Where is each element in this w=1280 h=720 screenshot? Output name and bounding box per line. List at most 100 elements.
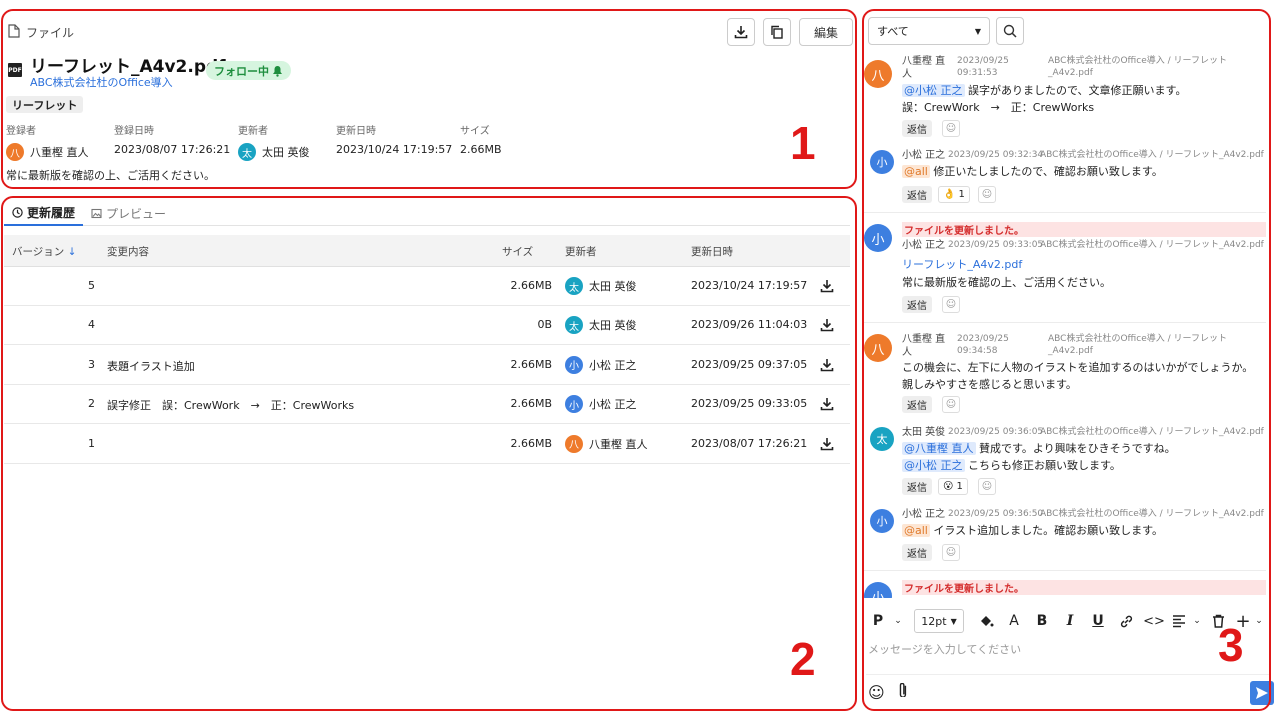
reaction-count: 1 (956, 481, 963, 492)
reaction-chip[interactable]: 👌 1 (938, 186, 970, 203)
change-column-header: 変更内容 (107, 246, 149, 258)
updater-cell: 八八重樫 直人 (565, 434, 648, 453)
mention[interactable]: @小松 正之 (902, 84, 965, 97)
chevron-down-icon[interactable]: ⌄ (890, 607, 906, 635)
message-source[interactable]: ABC株式会社杜のOffice導入 / リーフレット _A4v2.pdf (1048, 334, 1227, 357)
message-timestamp: 2023/09/25 09:31:53 (957, 56, 1009, 78)
avatar: 小 (565, 355, 583, 374)
chevron-down-icon[interactable]: ⌄ (1254, 607, 1264, 635)
message-timestamp: 2023/09/25 09:34:58 (957, 334, 1009, 356)
avatar: 太 (238, 143, 256, 161)
download-icon[interactable] (820, 358, 834, 375)
link-button[interactable] (1112, 607, 1140, 635)
size-cell: 2.66MB (510, 357, 552, 371)
emoji-icon[interactable]: ☺ (868, 683, 885, 702)
change-cell: 表題イラスト追加 (107, 359, 195, 373)
attachment-button[interactable] (895, 682, 913, 700)
updater-name: 八重樫 直人 (589, 437, 648, 451)
fill-color-button[interactable] (972, 607, 1000, 635)
divider (862, 212, 1266, 213)
smiley-icon: ☺ (945, 399, 957, 410)
tab-preview[interactable]: プレビュー (83, 200, 174, 226)
edit-button[interactable]: 編集 (799, 18, 854, 46)
file-link[interactable]: リーフレット_A4v2.pdf (902, 256, 1022, 272)
download-icon[interactable] (820, 318, 834, 335)
message-source[interactable]: ABC株式会社杜のOffice導入 / リーフレット_A4v2.pdf (1040, 427, 1264, 439)
reply-button[interactable]: 返信 (902, 186, 932, 203)
message-author: 太田 英俊 (902, 427, 946, 438)
date-column-header: 更新日時 (691, 246, 733, 258)
paragraph-style-button[interactable]: P (866, 607, 890, 635)
download-icon[interactable] (820, 397, 834, 414)
message-source[interactable]: ABC株式会社杜のOffice導入 / リーフレット_A4v2.pdf (1040, 509, 1264, 521)
download-icon[interactable] (820, 279, 834, 296)
send-button[interactable] (1250, 681, 1274, 705)
project-link[interactable]: ABC株式会社杜のOffice導入 (30, 74, 173, 90)
mention[interactable]: @小松 正之 (902, 458, 965, 472)
reply-button[interactable]: 返信 (902, 296, 932, 313)
search-button[interactable] (996, 17, 1024, 45)
follow-badge[interactable]: フォロー中 (206, 61, 291, 80)
add-reaction-button[interactable]: ☺ (942, 296, 960, 313)
font-size-value: 12pt (921, 614, 947, 628)
text-color-button[interactable]: A (1000, 607, 1028, 635)
reply-button[interactable]: 返信 (902, 544, 932, 561)
size-cell: 0B (537, 318, 552, 332)
add-reaction-button[interactable]: ☺ (942, 120, 960, 137)
italic-button[interactable]: I (1056, 607, 1084, 635)
code-icon: <> (1143, 613, 1165, 629)
breadcrumb-label[interactable]: ファイル (26, 24, 74, 41)
table-row[interactable]: 5 2.66MB 太太田 英俊 2023/10/24 17:19:57 (4, 267, 850, 306)
table-row[interactable]: 2 誤字修正 誤：CrewWork → 正：CrewWorks 2.66MB 小小松 … (4, 385, 850, 425)
add-reaction-button[interactable]: ☺ (942, 544, 960, 561)
message-source[interactable]: ABC株式会社杜のOffice導入 / リーフレット _A4v2.pdf (1048, 56, 1227, 79)
updated-date-heading: 更新日時 (336, 126, 376, 137)
download-icon[interactable] (820, 437, 834, 454)
date-cell: 2023/09/25 09:33:05 (691, 397, 808, 411)
size-cell: 2.66MB (510, 279, 552, 292)
add-reaction-button[interactable]: ☺ (942, 396, 960, 413)
code-button[interactable]: <> (1140, 607, 1168, 635)
message-body: @小松 正之 誤字がありましたので、文章修正願います。 誤：CrewWork →… (902, 83, 1264, 116)
italic-icon: I (1066, 613, 1074, 629)
table-row[interactable]: 4 0B 太太田 英俊 2023/09/26 11:04:03 (4, 306, 850, 346)
sort-arrow-icon: ↓ (67, 246, 77, 258)
bold-button[interactable]: B (1028, 607, 1056, 635)
message-body: @all イラスト追加しました。確認お願い致します。 (902, 523, 1264, 540)
version-column-header[interactable]: バージョン ↓ (12, 244, 76, 259)
download-button[interactable] (727, 18, 755, 46)
reaction-chip[interactable]: 😮 1 (938, 478, 968, 495)
avatar: 太 (565, 316, 583, 335)
message-input[interactable]: メッセージを入力してください (866, 637, 1271, 675)
filter-select[interactable]: すべて ▼ (868, 17, 990, 45)
add-reaction-button[interactable]: ☺ (978, 478, 996, 495)
font-size-select[interactable]: 12pt ▼ (906, 607, 972, 635)
align-button[interactable] (1168, 607, 1190, 635)
reply-button[interactable]: 返信 (902, 478, 932, 495)
message-feed[interactable]: 八 八重樫 直 人 2023/09/25 09:31:53 ABC株式会社杜のO… (862, 50, 1266, 598)
smiley-icon: ☺ (945, 547, 957, 558)
mention[interactable]: @all (902, 165, 930, 178)
mention[interactable]: @八重樫 直人 (902, 442, 976, 455)
table-row[interactable]: 1 2.66MB 八八重樫 直人 2023/08/07 17:26:21 (4, 425, 850, 464)
table-row[interactable]: 3 表題イラスト追加 2.66MB 小小松 正之 2023/09/25 09:37:05 (4, 346, 850, 385)
reply-button[interactable]: 返信 (902, 120, 932, 137)
mention[interactable]: @all (902, 524, 930, 537)
date-cell: 2023/09/26 11:04:03 (691, 318, 808, 332)
reaction-emoji: 👌 (943, 189, 956, 200)
message-body: 常に最新版を確認の上、ご活用ください。 (902, 276, 1111, 289)
tag-chip[interactable]: リーフレット (6, 96, 84, 113)
chevron-down-icon[interactable]: ⌄ (1190, 607, 1204, 635)
message-source[interactable]: ABC株式会社杜のOffice導入 / リーフレット_A4v2.pdf (1040, 150, 1264, 162)
divider (862, 570, 1266, 571)
registered-date-value: 2023/08/07 17:26:21 (114, 143, 231, 156)
message-source[interactable]: ABC株式会社杜のOffice導入 / リーフレット_A4v2.pdf (1040, 240, 1264, 252)
annotation-number-3: 3 (1218, 619, 1244, 671)
avatar: 小 (870, 150, 894, 174)
underline-button[interactable]: U (1084, 607, 1112, 635)
updater-cell: 小小松 正之 (565, 395, 637, 414)
reply-button[interactable]: 返信 (902, 396, 932, 413)
add-reaction-button[interactable]: ☺ (978, 186, 996, 203)
tab-history[interactable]: 更新履歴 (4, 200, 84, 226)
copy-button[interactable] (763, 18, 791, 46)
